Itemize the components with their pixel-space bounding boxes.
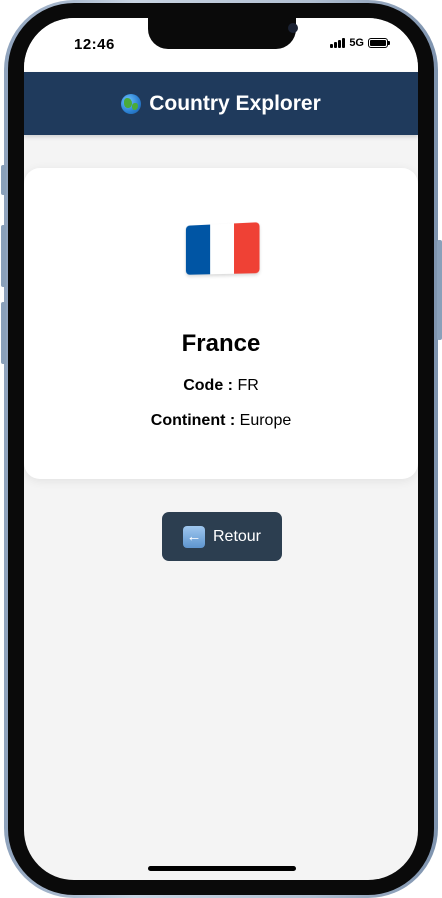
back-button-label: Retour — [212, 527, 262, 545]
app-title-text: Country Explorer — [149, 91, 321, 115]
network-type: 5G — [349, 37, 364, 49]
flag-stripe-red — [234, 222, 260, 274]
battery-level — [370, 40, 386, 46]
france-flag-icon — [185, 222, 260, 275]
notch — [148, 18, 298, 49]
back-arrow-icon: ← — [182, 525, 205, 548]
volume-down-button — [1, 302, 6, 364]
status-time: 12:46 — [74, 36, 115, 53]
country-continent-row: Continent : Europe — [24, 412, 418, 430]
code-value: FR — [237, 377, 259, 394]
continent-value: Europe — [239, 412, 292, 429]
status-indicators: 5G — [330, 37, 390, 49]
country-card: France Code : FR Continent : Europe — [24, 168, 418, 479]
flag-stripe-white — [209, 223, 235, 275]
cellular-signal-icon — [330, 38, 346, 48]
battery-icon — [368, 38, 390, 48]
code-label: Code : — [183, 377, 233, 394]
home-indicator[interactable] — [148, 866, 296, 871]
back-button[interactable]: ← Retour — [162, 512, 282, 561]
country-name: France — [181, 330, 261, 357]
mute-switch — [1, 165, 6, 195]
flag-stripe-blue — [185, 224, 210, 275]
front-camera — [288, 23, 298, 33]
phone-frame: 12:46 5G Country Explorer France Code: … — [0, 0, 442, 898]
continent-label: Continent : — [150, 412, 236, 429]
battery-tip — [388, 41, 390, 45]
app-header: Country Explorer — [24, 72, 418, 135]
volume-up-button — [1, 225, 6, 287]
screen: 12:46 5G Country Explorer France Code: … — [24, 18, 418, 880]
app-title: Country Explorer — [121, 92, 321, 116]
power-button — [437, 240, 442, 340]
country-code-row: Code : FR — [24, 377, 418, 395]
globe-icon — [121, 93, 142, 114]
